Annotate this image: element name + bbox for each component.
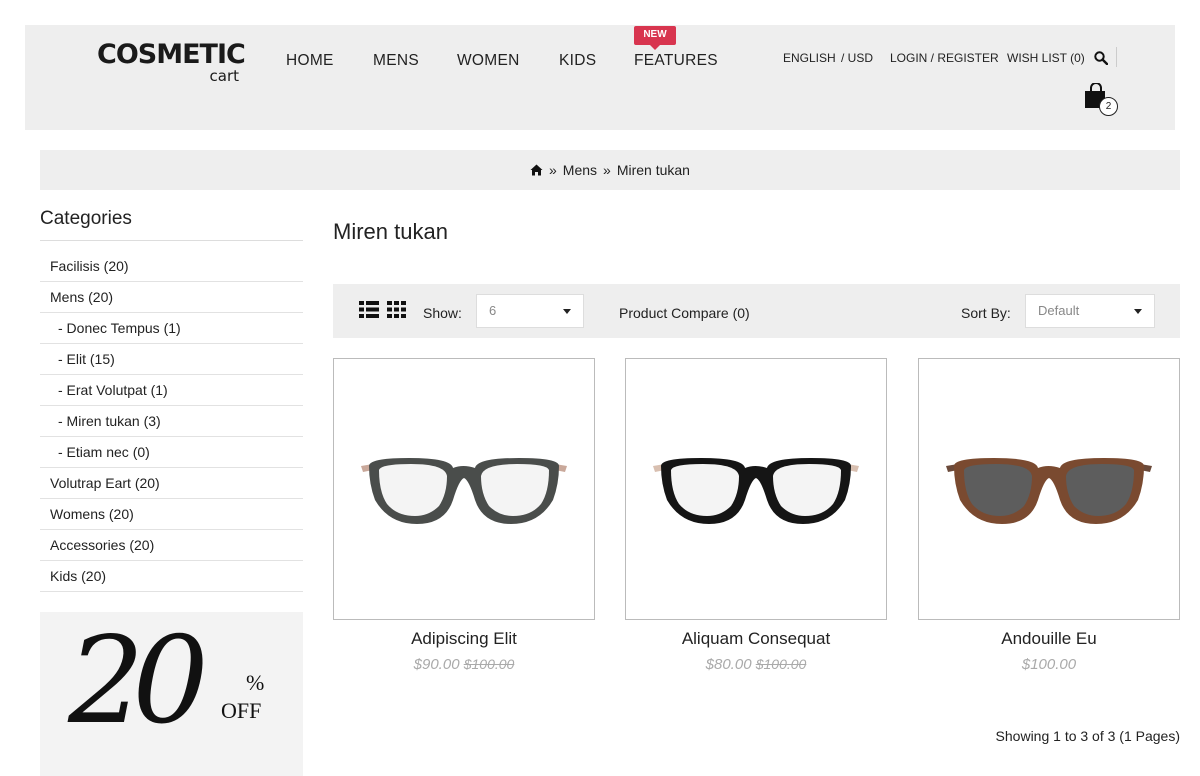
new-badge: NEW <box>634 26 676 50</box>
promo-discount-number: 20 <box>68 612 209 751</box>
sort-select-value: Default <box>1038 303 1080 318</box>
product-name[interactable]: Adipiscing Elit <box>333 629 595 649</box>
language-selector[interactable]: ENGLISH <box>783 51 836 65</box>
brand-sub: cart <box>209 67 240 85</box>
product-price: $90.00 $100.00 <box>333 656 595 673</box>
sort-select[interactable]: Default <box>1025 294 1155 328</box>
product-sale-price: $80.00 <box>705 656 752 673</box>
show-label: Show: <box>423 305 462 321</box>
product-card: Adipiscing Elit $90.00 $100.00 <box>333 358 595 673</box>
product-price: $100.00 <box>918 656 1180 673</box>
show-select-value: 6 <box>489 303 497 318</box>
subcategory-item[interactable]: - Etiam nec (0) <box>40 437 303 468</box>
subcategory-item[interactable]: - Erat Volutpat (1) <box>40 375 303 406</box>
category-item[interactable]: Facilisis (20) <box>40 251 303 282</box>
breadcrumb-separator: » <box>549 162 557 178</box>
brand-name: COSMETIC <box>97 39 246 70</box>
subcategory-item[interactable]: - Miren tukan (3) <box>40 406 303 437</box>
chevron-down-icon <box>563 309 571 314</box>
login-register-link[interactable]: LOGIN / REGISTER <box>890 51 999 65</box>
pagination-summary: Showing 1 to 3 of 3 (1 Pages) <box>995 728 1180 744</box>
product-image[interactable] <box>918 358 1180 620</box>
subcategory-item[interactable]: - Elit (15) <box>40 344 303 375</box>
product-card: Andouille Eu $100.00 <box>918 358 1180 673</box>
product-image[interactable] <box>625 358 887 620</box>
category-item[interactable]: Kids (20) <box>40 561 303 592</box>
wishlist-link[interactable]: WISH LIST (0) <box>1007 51 1085 65</box>
category-item[interactable]: Womens (20) <box>40 499 303 530</box>
cart-count-badge: 2 <box>1099 97 1118 116</box>
product-price: $80.00 $100.00 <box>625 656 887 673</box>
categories-title: Categories <box>40 208 132 229</box>
categories-divider <box>40 240 303 241</box>
product-sale-price: $90.00 <box>413 656 460 673</box>
breadcrumb-current[interactable]: Miren tukan <box>617 162 690 178</box>
nav-item-women[interactable]: WOMEN <box>457 52 520 70</box>
category-item[interactable]: Accessories (20) <box>40 530 303 561</box>
product-name[interactable]: Aliquam Consequat <box>625 629 887 649</box>
product-card: Aliquam Consequat $80.00 $100.00 <box>625 358 887 673</box>
category-item[interactable]: Mens (20) <box>40 282 303 313</box>
currency-selector[interactable]: / USD <box>841 51 873 65</box>
subcategory-item[interactable]: - Donec Tempus (1) <box>40 313 303 344</box>
breadcrumb: » Mens » Miren tukan <box>40 150 1180 190</box>
grid-view-icon[interactable] <box>387 301 407 318</box>
site-header: COSMETIC cart HOME MENS WOMEN KIDS FEATU… <box>25 25 1175 130</box>
promo-off: OFF <box>221 698 262 723</box>
nav-item-kids[interactable]: KIDS <box>559 52 596 70</box>
page-title: Miren tukan <box>333 219 448 244</box>
category-list: Facilisis (20) Mens (20) - Donec Tempus … <box>40 251 303 592</box>
brand-logo[interactable]: COSMETIC cart <box>97 39 247 89</box>
eyeglasses-image <box>361 458 567 524</box>
product-sale-price: $100.00 <box>1021 656 1077 673</box>
product-name[interactable]: Andouille Eu <box>918 629 1180 649</box>
show-select[interactable]: 6 <box>476 294 584 328</box>
utility-divider <box>1116 47 1117 67</box>
home-icon[interactable] <box>530 164 543 176</box>
product-old-price: $100.00 <box>463 656 515 672</box>
product-compare-link[interactable]: Product Compare (0) <box>619 305 750 321</box>
promo-percent: % <box>246 670 265 695</box>
chevron-down-icon <box>1134 309 1142 314</box>
nav-item-features[interactable]: FEATURES <box>634 52 718 70</box>
breadcrumb-mens[interactable]: Mens <box>563 162 597 178</box>
list-view-icon[interactable] <box>359 301 379 318</box>
search-icon[interactable] <box>1094 51 1108 65</box>
eyeglasses-image <box>653 458 859 524</box>
product-old-price: $100.00 <box>755 656 807 672</box>
product-image[interactable] <box>333 358 595 620</box>
breadcrumb-separator: » <box>603 162 611 178</box>
product-toolbar: Show: 6 Product Compare (0) Sort By: Def… <box>333 284 1180 338</box>
sunglasses-image <box>946 458 1152 524</box>
nav-item-mens[interactable]: MENS <box>373 52 419 70</box>
nav-item-home[interactable]: HOME <box>286 52 334 70</box>
cart-button[interactable]: 2 <box>1083 82 1119 117</box>
category-item[interactable]: Volutrap Eart (20) <box>40 468 303 499</box>
promo-banner[interactable]: 20 % OFF <box>40 612 303 776</box>
sort-label: Sort By: <box>961 305 1011 321</box>
